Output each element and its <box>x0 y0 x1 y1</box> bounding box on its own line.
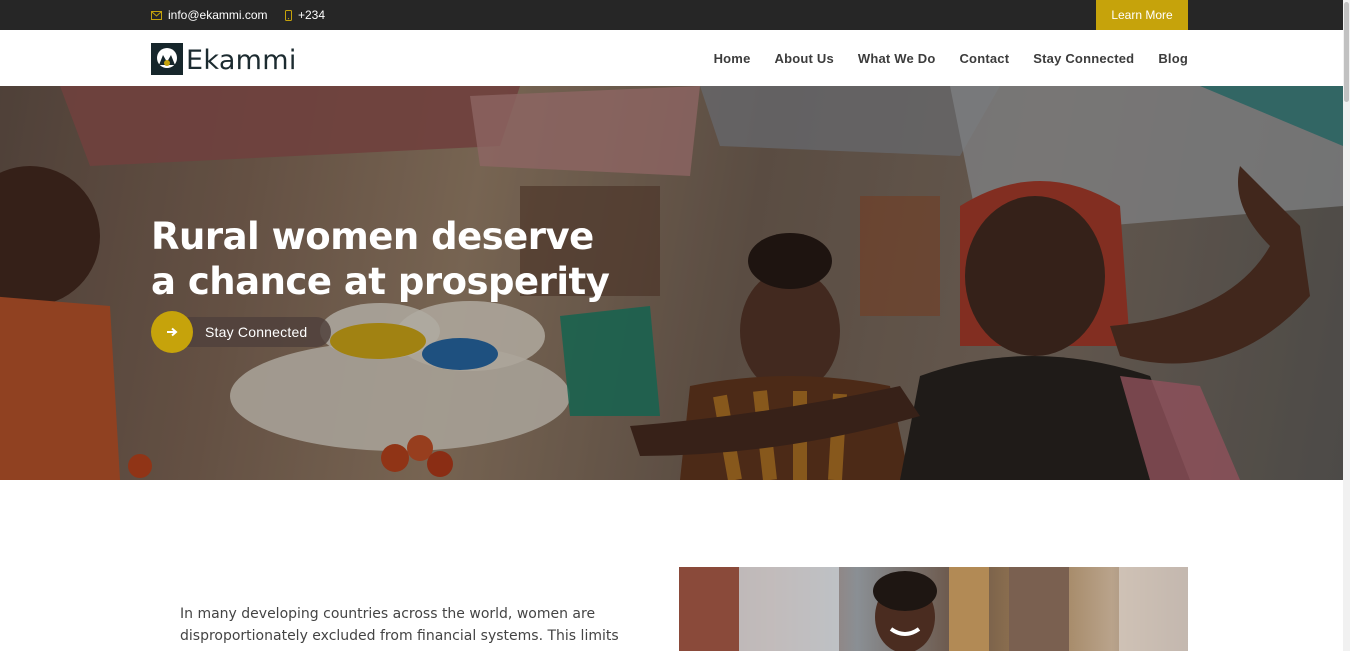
smiling-woman-photo <box>679 567 1188 651</box>
logo-text: Ekammi <box>186 45 297 76</box>
nav-what-we-do[interactable]: What We Do <box>858 51 936 66</box>
page-scrollbar[interactable] <box>1343 0 1350 651</box>
site-logo[interactable]: Ekammi <box>151 42 297 75</box>
phone-text[interactable]: +234 <box>298 8 325 22</box>
mobile-phone-icon <box>285 9 292 21</box>
email-text[interactable]: info@ekammi.com <box>168 8 268 22</box>
site-header: Ekammi Home About Us What We Do Contact … <box>0 30 1343 86</box>
main-nav: Home About Us What We Do Contact Stay Co… <box>690 30 1188 86</box>
stay-connected-button[interactable]: Stay Connected <box>151 311 331 353</box>
nav-contact[interactable]: Contact <box>959 51 1009 66</box>
phone-contact[interactable]: +234 <box>285 0 325 30</box>
top-bar: info@ekammi.com +234 Learn More <box>0 0 1343 30</box>
hero-title-line2: a chance at prosperity <box>151 260 610 303</box>
nav-blog[interactable]: Blog <box>1158 51 1188 66</box>
hero-section: Rural women deserve a chance at prosperi… <box>0 86 1343 480</box>
hero-title-line1: Rural women deserve <box>151 215 594 258</box>
scrollbar-thumb[interactable] <box>1344 2 1349 102</box>
nav-about-us[interactable]: About Us <box>775 51 834 66</box>
intro-line1: In many developing countries across the … <box>180 606 596 622</box>
intro-line2: disproportionately excluded from financi… <box>180 628 619 644</box>
learn-more-button[interactable]: Learn More <box>1096 0 1188 30</box>
arrow-right-icon[interactable] <box>151 311 193 353</box>
nav-home[interactable]: Home <box>714 51 751 66</box>
envelope-icon <box>151 10 162 20</box>
email-contact[interactable]: info@ekammi.com <box>151 0 268 30</box>
ekammi-logo-icon <box>151 43 183 75</box>
intro-paragraph: In many developing countries across the … <box>180 603 620 647</box>
hero-title: Rural women deserve a chance at prosperi… <box>151 214 611 304</box>
nav-stay-connected[interactable]: Stay Connected <box>1033 51 1134 66</box>
cta-label[interactable]: Stay Connected <box>205 324 307 340</box>
